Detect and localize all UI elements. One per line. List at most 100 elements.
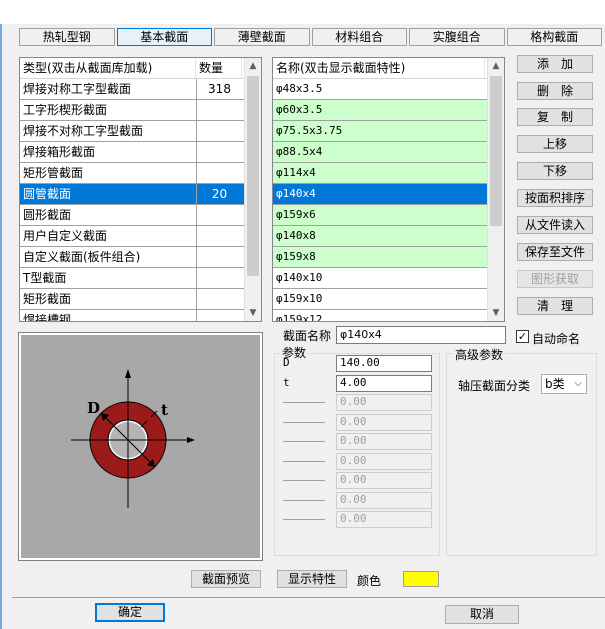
section-name: φ75.5x3.75 xyxy=(276,124,343,137)
save-to-file-button[interactable]: 保存至文件 xyxy=(517,243,593,261)
type-count: 318 xyxy=(196,79,242,99)
auto-name-label[interactable]: 自动命名 xyxy=(532,330,580,347)
param-value-field[interactable]: 0.00 xyxy=(336,452,432,470)
tab-thin-wall[interactable]: 薄壁截面 xyxy=(214,28,310,46)
type-list-item[interactable]: 焊接不对称工字型截面 xyxy=(20,121,261,142)
section-name: φ140x8 xyxy=(276,229,316,242)
section-list-item[interactable]: φ48x3.5 xyxy=(273,79,504,100)
section-name: φ88.5x4 xyxy=(276,145,323,158)
scroll-down-arrow-icon[interactable]: ▼ xyxy=(245,305,261,321)
sort-by-area-button[interactable]: 按面积排序 xyxy=(517,189,593,207)
delete-button[interactable]: 删 除 xyxy=(517,82,593,100)
scroll-thumb[interactable] xyxy=(490,76,502,226)
color-swatch[interactable] xyxy=(403,571,439,587)
show-properties-button[interactable]: 显示特性 xyxy=(277,570,347,588)
type-list-item[interactable]: 圆形截面 xyxy=(20,205,261,226)
col-count-header[interactable]: 数量 xyxy=(196,58,242,78)
scroll-up-arrow-icon[interactable]: ▲ xyxy=(488,58,504,74)
tab-material-combo[interactable]: 材料组合 xyxy=(311,28,407,46)
section-name: φ48x3.5 xyxy=(276,82,323,95)
name-rows: φ48x3.5 φ60x3.5 φ75.5x3.75 φ88.5x4 φ114x4 φ14… xyxy=(273,79,504,322)
param-value-field[interactable]: 0.00 xyxy=(336,472,432,489)
cancel-button[interactable]: 取消 xyxy=(445,605,519,624)
type-list-item[interactable]: 圆管截面 20 xyxy=(20,184,261,205)
type-list-scrollbar[interactable]: ▲ ▼ xyxy=(244,58,261,321)
type-count: 20 xyxy=(196,184,242,204)
section-list-item[interactable]: φ88.5x4 xyxy=(273,142,504,163)
section-list-item[interactable]: φ140x4 xyxy=(273,184,504,205)
type-name: 工字形楔形截面 xyxy=(23,103,108,117)
param-value-field[interactable]: 140.00 xyxy=(336,355,432,372)
col-name-header[interactable]: 名称(双击显示截面特性) xyxy=(273,58,485,78)
section-name: φ140x10 xyxy=(276,271,323,284)
pipe-section-drawing: D t xyxy=(71,369,195,508)
param-value-field[interactable]: 4.00 xyxy=(336,374,432,392)
advanced-group-title: 高级参数 xyxy=(453,346,506,363)
axial-class-value: b类 xyxy=(545,377,565,391)
type-list-item[interactable]: 焊接对称工字型截面 318 xyxy=(20,79,261,100)
ok-button[interactable]: 确定 xyxy=(95,603,165,622)
move-up-button[interactable]: 上移 xyxy=(517,135,593,153)
axial-class-select[interactable]: b类 ⌵ xyxy=(541,374,587,394)
type-list-item[interactable]: 焊接槽钢 xyxy=(20,310,261,321)
type-list-item[interactable]: T型截面 xyxy=(20,268,261,289)
section-list-item[interactable]: φ75.5x3.75 xyxy=(273,121,504,142)
label-d: D xyxy=(87,399,100,417)
section-list-item[interactable]: φ159x6 xyxy=(273,205,504,226)
section-preview-button[interactable]: 截面预览 xyxy=(191,570,261,588)
col-type-header[interactable]: 类型(双击从截面库加载) xyxy=(20,58,196,78)
capture-graphic-button[interactable]: 图形获取 xyxy=(517,270,593,288)
clear-button[interactable]: 清 理 xyxy=(517,297,593,315)
type-list-item[interactable]: 用户自定义截面 xyxy=(20,226,261,247)
auto-name-checkbox[interactable]: ✓ xyxy=(516,330,529,343)
tab-hot-rolled[interactable]: 热轧型钢 xyxy=(19,28,115,46)
section-list-item[interactable]: φ60x3.5 xyxy=(273,100,504,121)
section-list-item[interactable]: φ140x8 xyxy=(273,226,504,247)
section-name: φ159x12 xyxy=(276,313,323,322)
type-list-item[interactable]: 工字形楔形截面 xyxy=(20,100,261,121)
tab-solid-web[interactable]: 实腹组合 xyxy=(409,28,505,46)
type-count xyxy=(196,163,242,183)
type-count xyxy=(196,289,242,309)
param-value-field[interactable]: 0.00 xyxy=(336,491,432,509)
type-count xyxy=(196,226,242,246)
read-from-file-button[interactable]: 从文件读入 xyxy=(517,216,593,234)
scroll-thumb[interactable] xyxy=(247,76,259,276)
chevron-down-icon: ⌵ xyxy=(574,378,582,389)
param-value-field[interactable]: 0.00 xyxy=(336,394,432,411)
add-button[interactable]: 添 加 xyxy=(517,55,593,73)
section-name: φ159x6 xyxy=(276,208,316,221)
section-list-item[interactable]: φ114x4 xyxy=(273,163,504,184)
name-list[interactable]: 名称(双击显示截面特性) φ48x3.5 φ60x3.5 φ75.5x3.75 φ88… xyxy=(272,57,505,322)
type-name: 焊接不对称工字型截面 xyxy=(23,124,144,138)
bottom-divider xyxy=(12,597,605,598)
section-name: φ159x8 xyxy=(276,250,316,263)
tab-basic[interactable]: 基本截面 xyxy=(116,28,212,46)
type-list-item[interactable]: 自定义截面(板件组合) xyxy=(20,247,261,268)
param-name-placeholder xyxy=(283,402,325,403)
type-list-item[interactable]: 焊接箱形截面 xyxy=(20,142,261,163)
section-name-field[interactable]: φ140x4 xyxy=(336,326,506,344)
type-name: 圆形截面 xyxy=(23,208,72,222)
section-list-item[interactable]: φ159x10 xyxy=(273,289,504,310)
type-count xyxy=(196,142,242,162)
tab-lattice[interactable]: 格构截面 xyxy=(506,28,602,46)
name-list-scrollbar[interactable]: ▲ ▼ xyxy=(487,58,504,321)
scroll-up-arrow-icon[interactable]: ▲ xyxy=(245,58,261,74)
param-name-placeholder xyxy=(283,480,325,481)
type-name: 矩形管截面 xyxy=(23,166,84,180)
param-value-field[interactable]: 0.00 xyxy=(336,511,432,528)
param-name-placeholder xyxy=(283,460,325,462)
section-list-item[interactable]: φ159x12 xyxy=(273,310,504,322)
section-list-item[interactable]: φ159x8 xyxy=(273,247,504,268)
copy-button[interactable]: 复 制 xyxy=(517,108,593,126)
move-down-button[interactable]: 下移 xyxy=(517,162,593,180)
type-list-item[interactable]: 矩形截面 xyxy=(20,289,261,310)
param-value-field[interactable]: 0.00 xyxy=(336,433,432,450)
param-name-placeholder xyxy=(283,421,325,423)
scroll-down-arrow-icon[interactable]: ▼ xyxy=(488,305,504,321)
section-list-item[interactable]: φ140x10 xyxy=(273,268,504,289)
type-list-item[interactable]: 矩形管截面 xyxy=(20,163,261,184)
type-list[interactable]: 类型(双击从截面库加载) 数量 焊接对称工字型截面 318 工字形楔形截面焊接不对称… xyxy=(19,57,262,322)
param-value-field[interactable]: 0.00 xyxy=(336,413,432,431)
